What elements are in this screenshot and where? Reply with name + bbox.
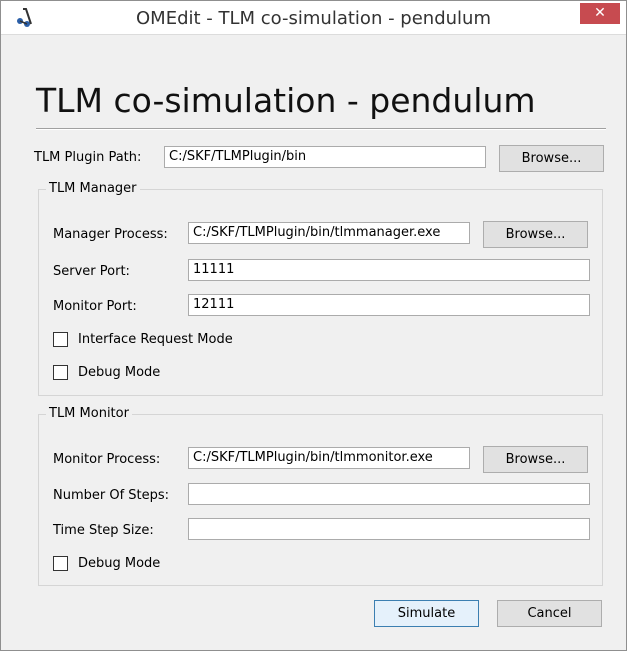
monitor-process-input[interactable]: C:/SKF/TLMPlugin/bin/tlmmonitor.exe [188,447,470,469]
manager-debug-mode-label: Debug Mode [78,365,161,380]
plugin-path-label: TLM Plugin Path: [34,150,142,165]
monitor-debug-mode-label: Debug Mode [78,556,161,571]
monitor-process-label: Monitor Process: [53,452,161,467]
plugin-path-browse-button[interactable]: Browse... [499,145,604,172]
interface-request-mode-label: Interface Request Mode [78,332,233,347]
monitor-debug-mode-checkbox[interactable] [53,556,68,571]
manager-process-input[interactable]: C:/SKF/TLMPlugin/bin/tlmmanager.exe [188,222,470,244]
close-button[interactable]: ✕ [580,3,620,24]
page-title: TLM co-simulation - pendulum [36,81,536,120]
dialog-window: OMEdit - TLM co-simulation - pendulum ✕ … [0,0,627,651]
time-step-size-input[interactable] [188,518,590,540]
window-title: OMEdit - TLM co-simulation - pendulum [136,8,491,29]
cancel-button[interactable]: Cancel [497,600,602,627]
simulate-button[interactable]: Simulate [374,600,479,627]
number-of-steps-input[interactable] [188,483,590,505]
plugin-path-input[interactable]: C:/SKF/TLMPlugin/bin [164,146,486,168]
heading-divider [36,128,606,130]
time-step-size-label: Time Step Size: [53,523,154,538]
manager-process-label: Manager Process: [53,227,168,242]
number-of-steps-label: Number Of Steps: [53,488,170,503]
manager-process-browse-button[interactable]: Browse... [483,221,588,248]
monitor-port-label: Monitor Port: [53,299,137,314]
monitor-port-input[interactable]: 12111 [188,294,590,316]
tlm-manager-group-title: TLM Manager [46,181,140,196]
monitor-process-browse-button[interactable]: Browse... [483,446,588,473]
server-port-label: Server Port: [53,264,130,279]
title-bar: OMEdit - TLM co-simulation - pendulum ✕ [1,1,626,35]
manager-debug-mode-checkbox[interactable] [53,365,68,380]
server-port-input[interactable]: 11111 [188,259,590,281]
interface-request-mode-checkbox[interactable] [53,332,68,347]
tlm-monitor-group-title: TLM Monitor [46,406,132,421]
